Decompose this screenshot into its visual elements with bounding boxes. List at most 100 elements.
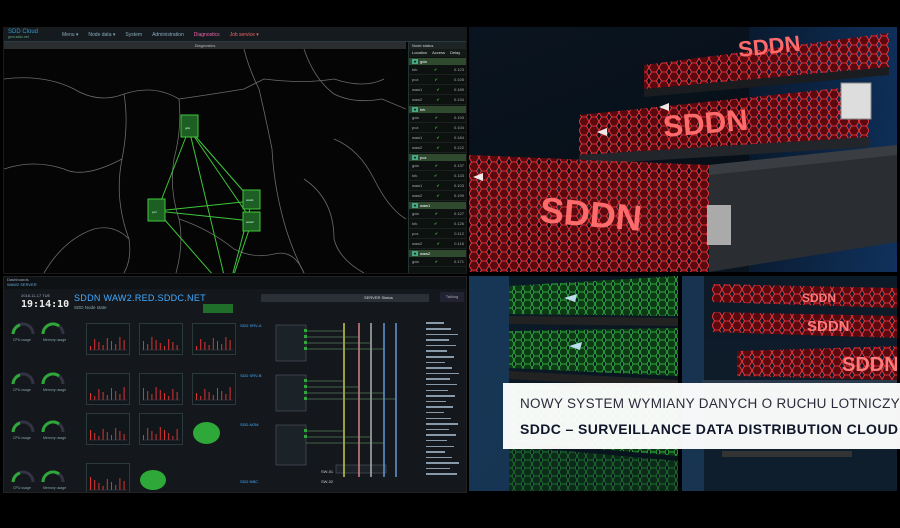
dashboard-date: 2018-11-17 TUE — [21, 293, 51, 298]
node-location: poz — [412, 125, 419, 130]
check-icon: ✔ — [434, 125, 438, 130]
caption-line-1: NOWY SYSTEM WYMIANY DANYCH O RUCHU LOTNI… — [520, 396, 900, 411]
caption-box: NOWY SYSTEM WYMIANY DANYCH O RUCHU LOTNI… — [503, 383, 900, 449]
usage-gauge — [41, 469, 65, 483]
dashboard-tabbar: Dashboards WAW2 SERVER — [4, 277, 466, 289]
node-status-row: waw2 ✔ 0.116 — [409, 239, 466, 249]
node-location: gda — [412, 211, 419, 216]
node-status-row: waw1 ✔ 0.103 — [409, 181, 466, 191]
node-group-header[interactable]: ▾ poz — [409, 154, 466, 161]
check-icon: ✔ — [436, 241, 440, 246]
check-icon: ✔ — [436, 145, 440, 150]
server-rack-illustration: SDDN SDDN SDDN — [469, 27, 897, 272]
gauge-label: CPU usage — [13, 338, 31, 342]
node-delay: 0.123 — [453, 67, 464, 72]
mini-chart — [139, 413, 183, 445]
node-location: waw2 — [412, 97, 423, 102]
mini-chart — [192, 323, 236, 355]
collapse-icon[interactable]: ▾ — [412, 155, 419, 160]
collapse-icon[interactable]: ▾ — [412, 251, 419, 256]
node-status-row: waw2 ✔ 0.134 — [409, 95, 466, 105]
mini-chart — [86, 323, 130, 355]
service-list-line — [426, 472, 464, 478]
node-location: gda — [412, 115, 419, 120]
node-dashboard-screenshot: Dashboards WAW2 SERVER 2018-11-17 TUE 19… — [3, 276, 467, 493]
node-group-header[interactable]: ▾ gda — [409, 58, 466, 65]
check-icon: ✔ — [434, 163, 439, 168]
network-wiring-diagram: SW-01 SW-02 — [275, 323, 397, 484]
menu-item-node-data[interactable]: Node data ▾ — [88, 32, 115, 38]
node-status-title: Node status — [409, 42, 466, 49]
node-links — [156, 128, 253, 273]
node-location: waw1 — [412, 87, 423, 92]
server-status-bar: SERVER Status — [261, 294, 429, 302]
gauge-label: CPU usage — [13, 436, 31, 440]
usage-gauge — [11, 321, 35, 335]
node-delay: 0.116 — [454, 241, 464, 246]
map-node-label: waw1 — [246, 198, 254, 202]
talking-button[interactable]: Talking — [440, 292, 464, 302]
switch-label: SW-01 — [321, 469, 334, 474]
mini-chart — [139, 323, 183, 355]
node-group-header[interactable]: ▾ waw2 — [409, 250, 466, 257]
check-icon: ✔ — [436, 87, 440, 92]
gauge-label: Memory usage — [43, 388, 67, 392]
menu-item-menu[interactable]: Menu ▾ — [62, 32, 78, 38]
usage-gauge — [11, 371, 35, 385]
server-brand-label: SDDN — [807, 318, 850, 335]
check-icon: ✔ — [436, 183, 440, 188]
check-icon: ✔ — [434, 77, 438, 82]
node-status-row: gda ✔ 0.127 — [409, 209, 466, 219]
node-delay: 0.184 — [453, 135, 464, 140]
node-status-row: waw1 ✔ 0.184 — [409, 133, 466, 143]
usage-gauge — [41, 419, 65, 433]
node-location: gda — [412, 163, 419, 168]
map-node-label: gda — [185, 126, 190, 130]
collapse-icon[interactable]: ▾ — [412, 203, 419, 208]
node-status-panel: Node status Location Access Delay ▾ gda kr… — [408, 42, 466, 273]
dashboard-title: SDDN WAW2.RED.SDDC.NET — [74, 293, 206, 303]
collapse-icon[interactable]: ▾ — [412, 59, 419, 64]
menu-item-job-service[interactable]: Job service ▾ — [230, 32, 259, 38]
node-delay: 0.171 — [453, 259, 464, 264]
node-delay: 0.127 — [453, 211, 464, 216]
status-circle — [140, 470, 166, 490]
status-circle — [193, 422, 220, 444]
node-delay: 0.137 — [453, 163, 464, 168]
mini-chart — [139, 373, 183, 405]
node-delay: 0.133 — [453, 173, 464, 178]
node-location: waw1 — [412, 183, 423, 188]
dashboard-tab-sub[interactable]: WAW2 SERVER — [7, 282, 466, 287]
node-status-row: waw2 ✔ 0.199 — [409, 191, 466, 201]
app-brand: SDD Cloud gsm.sddc.net — [8, 28, 39, 39]
node-status-row: gda ✔ 0.171 — [409, 257, 466, 267]
node-status-row: poz ✔ 0.112 — [409, 229, 466, 239]
mini-chart — [192, 373, 236, 405]
map-node-label: waw2 — [246, 220, 254, 224]
node-delay: 0.104 — [453, 125, 464, 130]
check-icon: ✔ — [434, 211, 439, 216]
view-title: Diagnostics — [4, 42, 406, 49]
dashboard-clock: 19:14:10 — [21, 299, 70, 310]
collapse-icon[interactable]: ▾ — [412, 107, 419, 112]
menu-item-system[interactable]: System — [125, 32, 142, 38]
node-status-row: gda ✔ 0.193 — [409, 113, 466, 123]
gauge-label: Memory usage — [43, 436, 67, 440]
check-icon: ✔ — [436, 193, 440, 198]
status-indicator — [203, 304, 233, 313]
menu-item-administration[interactable]: Administration — [152, 32, 184, 38]
mini-chart — [86, 463, 130, 492]
node-group-header[interactable]: ▾ krk — [409, 106, 466, 113]
usage-gauge — [41, 371, 65, 385]
menu-item-diagnostics[interactable]: Diagnostics — [194, 32, 220, 38]
node-delay: 0.189 — [453, 87, 464, 92]
node-delay: 0.103 — [453, 183, 464, 188]
gauge-label: Memory usage — [43, 486, 67, 490]
gauge-label: Memory usage — [43, 338, 67, 342]
mini-chart — [86, 413, 130, 445]
network-map[interactable]: gda poz waw1 waw2 — [4, 49, 406, 273]
node-group-header[interactable]: ▾ waw1 — [409, 202, 466, 209]
service-list — [426, 321, 464, 478]
node-location: waw2 — [412, 193, 423, 198]
node-location: poz — [412, 77, 419, 82]
